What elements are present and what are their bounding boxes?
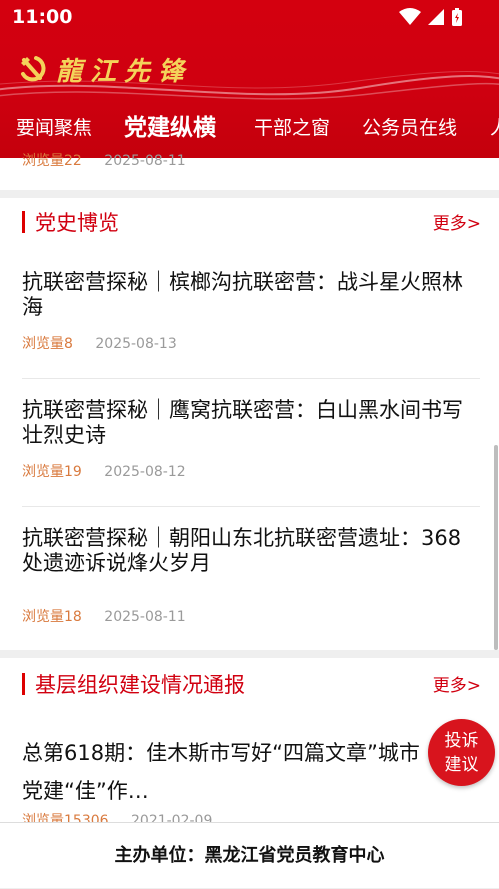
section-card-party-history: 党史博览 更多> 抗联密营探秘｜槟榔沟抗联密营：战斗星火照林海 浏览量8 202… [0,198,499,650]
article-views: 浏览量22 [22,153,82,169]
article-title: 总第618期：佳木斯市写好“四篇文章”城市党建“佳”作… [22,741,420,803]
tab-party-building[interactable]: 党建纵横 [124,104,216,152]
partial-card: 浏览量22 2025-08-11 [0,153,499,190]
article-views: 浏览量8 [22,336,73,352]
hammer-sickle-icon [21,56,46,82]
article-date: 2025-08-11 [104,153,186,169]
status-time: 11:00 [12,6,73,28]
category-tabs: 要闻聚焦 党建纵横 干部之窗 公务员在线 人 [0,104,499,152]
article-title: 抗联密营探秘｜槟榔沟抗联密营：战斗星火照林海 [22,270,463,319]
list-item[interactable]: 抗联密营探秘｜朝阳山东北抗联密营遗址：368处遗迹诉说烽火岁月 浏览量18 20… [22,526,482,636]
article-title: 抗联密营探秘｜朝阳山东北抗联密营遗址：368处遗迹诉说烽火岁月 [22,526,462,575]
more-link[interactable]: 更多> [433,209,481,234]
tab-partial[interactable]: 人 [490,104,499,152]
section-header: 基层组织建设情况通报 [22,670,245,698]
section-accent-bar [22,673,25,695]
scrollbar[interactable] [494,445,498,650]
status-bar: 11:00 [0,0,499,34]
list-item[interactable]: 总第618期：佳木斯市写好“四篇文章”城市党建“佳”作… 浏览量15306 20… [22,734,432,829]
article-views: 浏览量19 [22,464,82,480]
section-card-grassroots-report: 基层组织建设情况通报 更多> 总第618期：佳木斯市写好“四篇文章”城市党建“佳… [0,658,499,829]
footer-sponsor-text: 主办单位：黑龙江省党员教育中心 [114,845,385,866]
section-title: 基层组织建设情况通报 [35,673,245,697]
section-accent-bar [22,211,25,233]
section-title: 党史博览 [35,211,119,235]
battery-icon [452,8,462,26]
logo-text: 龍江先锋 [56,56,193,87]
divider [22,378,480,379]
article-date: 2025-08-13 [95,336,177,352]
app-header: 11:00 龍江先锋 要闻聚焦 党建纵横 干部之窗 公务员在线 人 [0,0,499,158]
list-item[interactable]: 抗联密营探秘｜槟榔沟抗联密营：战斗星火照林海 浏览量8 2025-08-13 [22,270,482,380]
footer: 主办单位：黑龙江省党员教育中心 [0,822,499,888]
article-title: 抗联密营探秘｜鹰窝抗联密营：白山黑水间书写壮烈史诗 [22,398,463,447]
fab-label-line1: 投诉 [444,730,479,751]
wifi-icon [399,8,421,25]
article-date: 2025-08-11 [104,609,186,625]
tab-news-focus[interactable]: 要闻聚焦 [16,104,92,152]
article-date: 2025-08-12 [104,464,186,480]
article-views: 浏览量18 [22,609,82,625]
list-item[interactable]: 抗联密营探秘｜鹰窝抗联密营：白山黑水间书写壮烈史诗 浏览量19 2025-08-… [22,398,482,508]
app-logo: 龍江先锋 [18,52,193,87]
tab-civil-servant-online[interactable]: 公务员在线 [362,104,457,152]
cellular-signal-icon [428,9,444,25]
section-header: 党史博览 [22,208,119,236]
divider [22,506,480,507]
tab-cadre-window[interactable]: 干部之窗 [254,104,330,152]
more-link[interactable]: 更多> [433,671,481,696]
fab-label-line2: 建议 [444,754,479,775]
complaint-suggestion-button[interactable]: 投诉 建议 [428,719,495,786]
